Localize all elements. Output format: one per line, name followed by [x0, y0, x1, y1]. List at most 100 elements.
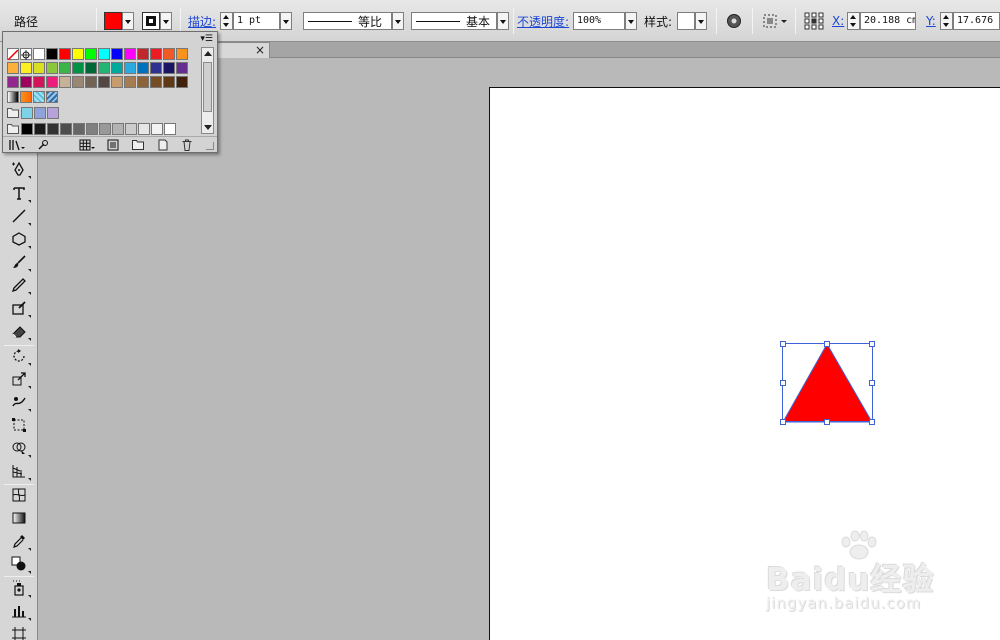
- swatch-color[interactable]: [111, 62, 123, 74]
- bbox-handle-bottom-center[interactable]: [824, 419, 830, 425]
- swatch-color[interactable]: [7, 62, 19, 74]
- y-stepper[interactable]: [940, 12, 953, 30]
- show-kinds-button[interactable]: [37, 139, 49, 151]
- panel-menu-icon[interactable]: ▾☰: [200, 34, 213, 44]
- swatch-gray[interactable]: [99, 123, 111, 135]
- swatch-color[interactable]: [163, 76, 175, 88]
- opacity-control[interactable]: 100%: [573, 11, 637, 31]
- profile-box[interactable]: 等比: [303, 12, 392, 30]
- scale-tool[interactable]: [9, 369, 31, 389]
- swatch-color[interactable]: [163, 62, 175, 74]
- brush-dropdown[interactable]: [497, 12, 509, 30]
- swatch-color[interactable]: [111, 48, 123, 60]
- bbox-handle-middle-right[interactable]: [869, 380, 875, 386]
- opacity-label[interactable]: 不透明度:: [517, 11, 569, 31]
- y-label[interactable]: Y:: [926, 11, 936, 31]
- shape-builder-tool[interactable]: [9, 438, 31, 458]
- swatch-group-color[interactable]: [34, 107, 46, 119]
- swatches-scrollbar[interactable]: [201, 47, 214, 134]
- opacity-field[interactable]: 100%: [573, 12, 625, 30]
- scroll-up-icon[interactable]: [204, 51, 212, 56]
- swatch-color[interactable]: [111, 76, 123, 88]
- stroke-color-control[interactable]: [142, 11, 172, 31]
- swatch-color[interactable]: [98, 48, 110, 60]
- shape-tool[interactable]: [9, 229, 31, 249]
- blob-brush-tool[interactable]: [9, 298, 31, 318]
- new-swatch-button[interactable]: [157, 139, 169, 151]
- swatch-pattern-cyan[interactable]: [33, 91, 45, 103]
- swatch-color[interactable]: [59, 76, 71, 88]
- swatch-color[interactable]: [137, 48, 149, 60]
- pencil-tool[interactable]: [9, 275, 31, 295]
- stroke-label[interactable]: 描边:: [188, 11, 216, 31]
- swatch-color[interactable]: [33, 62, 45, 74]
- rotate-tool[interactable]: [9, 346, 31, 366]
- mesh-tool[interactable]: [9, 485, 29, 505]
- swatch-gray[interactable]: [21, 123, 33, 135]
- swatch-color[interactable]: [124, 62, 136, 74]
- swatch-none[interactable]: [7, 48, 19, 61]
- bbox-handle-bottom-left[interactable]: [780, 419, 786, 425]
- swatch-color[interactable]: [163, 48, 175, 60]
- swatch-color[interactable]: [124, 76, 136, 88]
- swatch-color[interactable]: [33, 48, 45, 60]
- brush-definition[interactable]: 基本: [411, 11, 509, 31]
- stroke-weight-dropdown[interactable]: [280, 12, 292, 30]
- swatch-group-color[interactable]: [47, 107, 59, 119]
- swatch-color[interactable]: [20, 62, 32, 74]
- blend-tool[interactable]: [9, 554, 31, 574]
- swatch-gradient-bw[interactable]: [7, 91, 19, 103]
- swatch-gray[interactable]: [34, 123, 46, 135]
- column-graph-tool[interactable]: [9, 601, 31, 621]
- brush-box[interactable]: 基本: [411, 12, 497, 30]
- delete-swatch-button[interactable]: [181, 139, 193, 151]
- isolate-button[interactable]: [762, 11, 788, 31]
- eyedropper-tool[interactable]: [9, 531, 31, 551]
- stroke-weight-control[interactable]: 1 pt: [220, 11, 292, 31]
- x-control[interactable]: 20.188 cm: [847, 11, 916, 31]
- warp-tool[interactable]: [9, 392, 31, 412]
- swatch-color[interactable]: [176, 48, 188, 60]
- bbox-handle-middle-left[interactable]: [780, 380, 786, 386]
- perspective-grid-tool[interactable]: [9, 461, 31, 481]
- stroke-weight-stepper[interactable]: [220, 12, 233, 30]
- swatch-gray[interactable]: [151, 123, 163, 135]
- reference-point-button[interactable]: [804, 11, 824, 31]
- x-stepper[interactable]: [847, 12, 860, 30]
- close-tab-icon[interactable]: ×: [255, 43, 265, 57]
- x-link[interactable]: X:: [832, 14, 844, 28]
- y-field[interactable]: 17.676: [953, 12, 1000, 30]
- bbox-handle-bottom-right[interactable]: [869, 419, 875, 425]
- swatch-color[interactable]: [98, 62, 110, 74]
- folder-button[interactable]: [132, 139, 144, 151]
- selected-triangle[interactable]: [778, 339, 878, 427]
- swatch-gray[interactable]: [164, 123, 176, 135]
- style-swatch[interactable]: [677, 12, 695, 30]
- swatch-color[interactable]: [150, 76, 162, 88]
- symbol-sprayer-tool[interactable]: [9, 578, 31, 598]
- swatch-color[interactable]: [33, 76, 45, 88]
- swatch-color[interactable]: [46, 48, 58, 60]
- swatch-options-button[interactable]: [79, 139, 95, 151]
- swatch-color[interactable]: [46, 62, 58, 74]
- gradient-tool[interactable]: [9, 508, 29, 528]
- color-group-folder-icon[interactable]: [7, 107, 19, 118]
- swatch-color[interactable]: [72, 48, 84, 60]
- swatch-color[interactable]: [124, 48, 136, 60]
- swatch-gray[interactable]: [138, 123, 150, 135]
- swatch-color[interactable]: [98, 76, 110, 88]
- swatch-gray[interactable]: [73, 123, 85, 135]
- swatch-libraries-button[interactable]: [9, 139, 25, 151]
- fill-dropdown-arrow[interactable]: [122, 12, 134, 30]
- swatch-pattern-blue[interactable]: [46, 91, 58, 103]
- swatch-color[interactable]: [72, 62, 84, 74]
- swatch-color[interactable]: [85, 62, 97, 74]
- opacity-link[interactable]: 不透明度:: [517, 13, 569, 30]
- fill-color-control[interactable]: [104, 11, 134, 31]
- swatch-color[interactable]: [150, 62, 162, 74]
- swatch-color[interactable]: [176, 76, 188, 88]
- bbox-handle-top-left[interactable]: [780, 341, 786, 347]
- free-transform-tool[interactable]: [9, 415, 29, 435]
- stroke-weight-field[interactable]: 1 pt: [233, 12, 280, 30]
- swatch-color[interactable]: [137, 62, 149, 74]
